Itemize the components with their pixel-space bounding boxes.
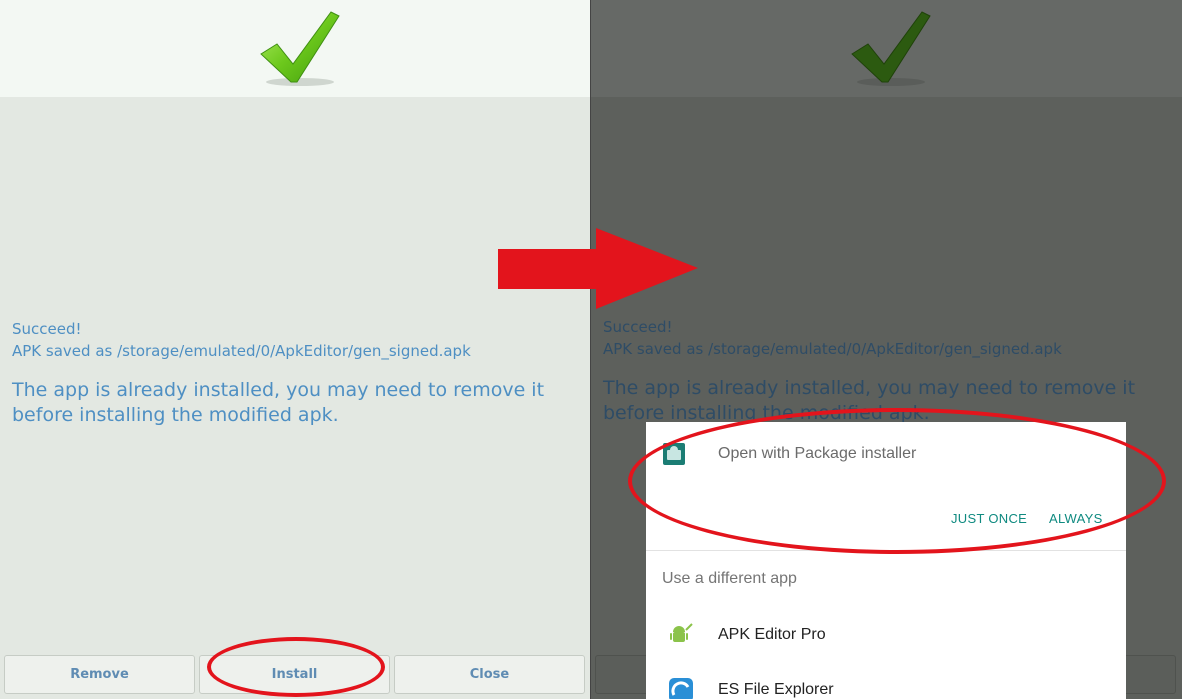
result-message: Succeed! APK saved as /storage/emulated/…	[12, 318, 572, 362]
left-screen: Succeed! APK saved as /storage/emulated/…	[0, 0, 591, 699]
checkmark-icon	[851, 11, 931, 86]
remove-button[interactable]: Remove	[4, 655, 195, 694]
install-highlight-ellipse	[207, 637, 385, 697]
app-option-es-file-explorer[interactable]: ES File Explorer	[646, 667, 1126, 699]
red-arrow-annotation	[498, 228, 698, 309]
checkmark-icon	[260, 11, 340, 86]
notice-text: The app is already installed, you may ne…	[12, 379, 545, 426]
status-text: Succeed!	[603, 318, 673, 336]
status-text: Succeed!	[12, 320, 82, 338]
android-edit-icon	[670, 623, 693, 642]
es-file-explorer-icon	[669, 678, 693, 699]
saved-path-text: APK saved as /storage/emulated/0/ApkEdit…	[12, 342, 471, 360]
use-different-app-label: Use a different app	[662, 570, 797, 587]
app-label: APK Editor Pro	[718, 626, 826, 643]
close-button[interactable]: Close	[394, 655, 585, 694]
dialog-highlight-ellipse	[628, 408, 1166, 554]
saved-path-text: APK saved as /storage/emulated/0/ApkEdit…	[603, 340, 1062, 358]
app-option-apk-editor[interactable]: APK Editor Pro	[646, 612, 1126, 660]
success-header-dimmed	[591, 0, 1182, 97]
app-label: ES File Explorer	[718, 681, 834, 698]
result-message: Succeed! APK saved as /storage/emulated/…	[603, 316, 1163, 360]
success-header	[0, 0, 590, 97]
